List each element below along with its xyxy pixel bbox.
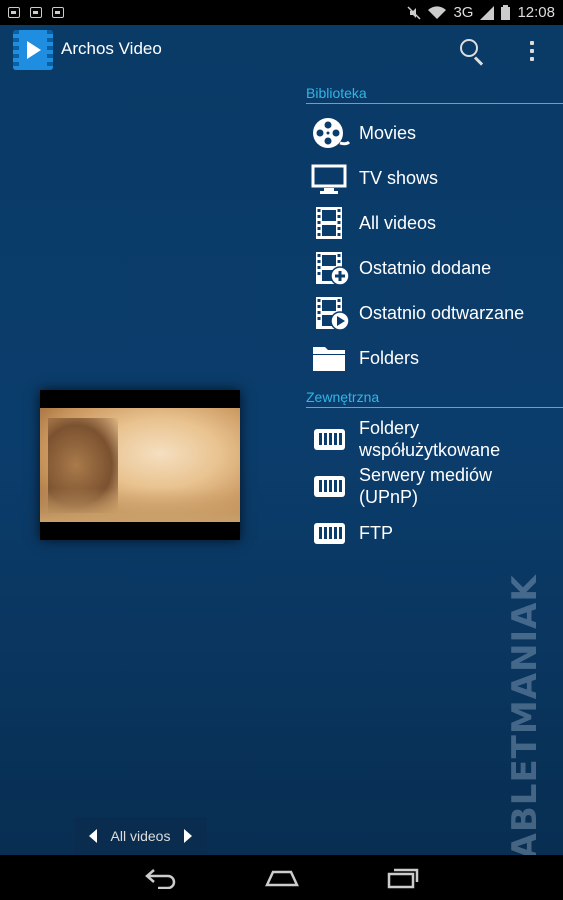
- section-header-external: Zewnętrzna: [306, 389, 563, 408]
- menu-item-label: TV shows: [359, 168, 439, 188]
- video-thumbnail[interactable]: [40, 390, 240, 540]
- tv-icon: [310, 160, 350, 196]
- film-play-icon: [310, 295, 350, 331]
- folder-icon: [310, 340, 350, 376]
- network-storage-icon: [310, 515, 350, 551]
- network-type: 3G: [453, 4, 474, 21]
- signal-icon: [480, 5, 495, 20]
- photo-notification-icon: [52, 7, 64, 18]
- watermark: TABLETMANIAK: [505, 574, 545, 881]
- wifi-icon: [428, 5, 447, 19]
- menu-item-ftp[interactable]: FTP: [310, 512, 563, 554]
- system-status: 3G 12:08: [407, 4, 555, 21]
- clock: 12:08: [517, 4, 555, 21]
- menu-item-label: Foldery współużytkowane: [359, 418, 501, 460]
- recent-apps-icon[interactable]: [386, 867, 420, 889]
- category-pager: All videos: [74, 817, 207, 855]
- search-icon[interactable]: [456, 35, 488, 67]
- navigation-bar: [0, 855, 563, 900]
- video-frame: [40, 408, 240, 522]
- section-header-library: Biblioteka: [306, 85, 563, 104]
- notification-icons: [8, 7, 64, 18]
- archos-video-logo-icon[interactable]: [13, 30, 53, 70]
- app-title: Archos Video: [61, 39, 162, 58]
- menu-item-media-servers[interactable]: Serwery mediów (UPnP): [310, 462, 563, 510]
- film-reel-icon: [310, 115, 350, 151]
- menu-item-recently-added[interactable]: Ostatnio dodane: [310, 247, 563, 289]
- menu-item-folders[interactable]: Folders: [310, 337, 563, 379]
- status-bar: 3G 12:08: [0, 0, 563, 25]
- pager-label[interactable]: All videos: [111, 828, 171, 844]
- menu-item-label: FTP: [359, 523, 393, 543]
- menu-item-shared-folders[interactable]: Foldery współużytkowane: [310, 415, 563, 463]
- back-icon[interactable]: [144, 867, 178, 889]
- film-strip-icon: [310, 205, 350, 241]
- chevron-left-icon[interactable]: [88, 829, 97, 843]
- menu-item-label: All videos: [359, 213, 437, 233]
- menu-item-all-videos[interactable]: All videos: [310, 202, 563, 244]
- screenshot-notification-icon: [8, 7, 20, 18]
- action-bar: Archos Video: [0, 25, 563, 75]
- network-storage-icon: [310, 421, 350, 457]
- film-add-icon: [310, 250, 350, 286]
- overflow-menu-icon[interactable]: [522, 39, 542, 63]
- menu-item-movies[interactable]: Movies: [310, 112, 563, 154]
- menu-item-label: Movies: [359, 123, 417, 143]
- menu-item-recently-played[interactable]: Ostatnio odtwarzane: [310, 292, 563, 334]
- chevron-right-icon[interactable]: [184, 829, 193, 843]
- app-content: Archos Video Biblioteka Movies TV shows …: [0, 25, 563, 881]
- menu-item-label: Ostatnio odtwarzane: [359, 303, 525, 323]
- mute-icon: [407, 5, 421, 20]
- gallery-notification-icon: [30, 7, 42, 18]
- menu-item-tv-shows[interactable]: TV shows: [310, 157, 563, 199]
- menu-item-label: Serwery mediów (UPnP): [359, 465, 493, 507]
- network-storage-icon: [310, 468, 350, 504]
- menu-item-label: Ostatnio dodane: [359, 258, 492, 278]
- menu-item-label: Folders: [359, 348, 420, 368]
- battery-icon: [501, 5, 511, 20]
- home-icon[interactable]: [264, 868, 300, 888]
